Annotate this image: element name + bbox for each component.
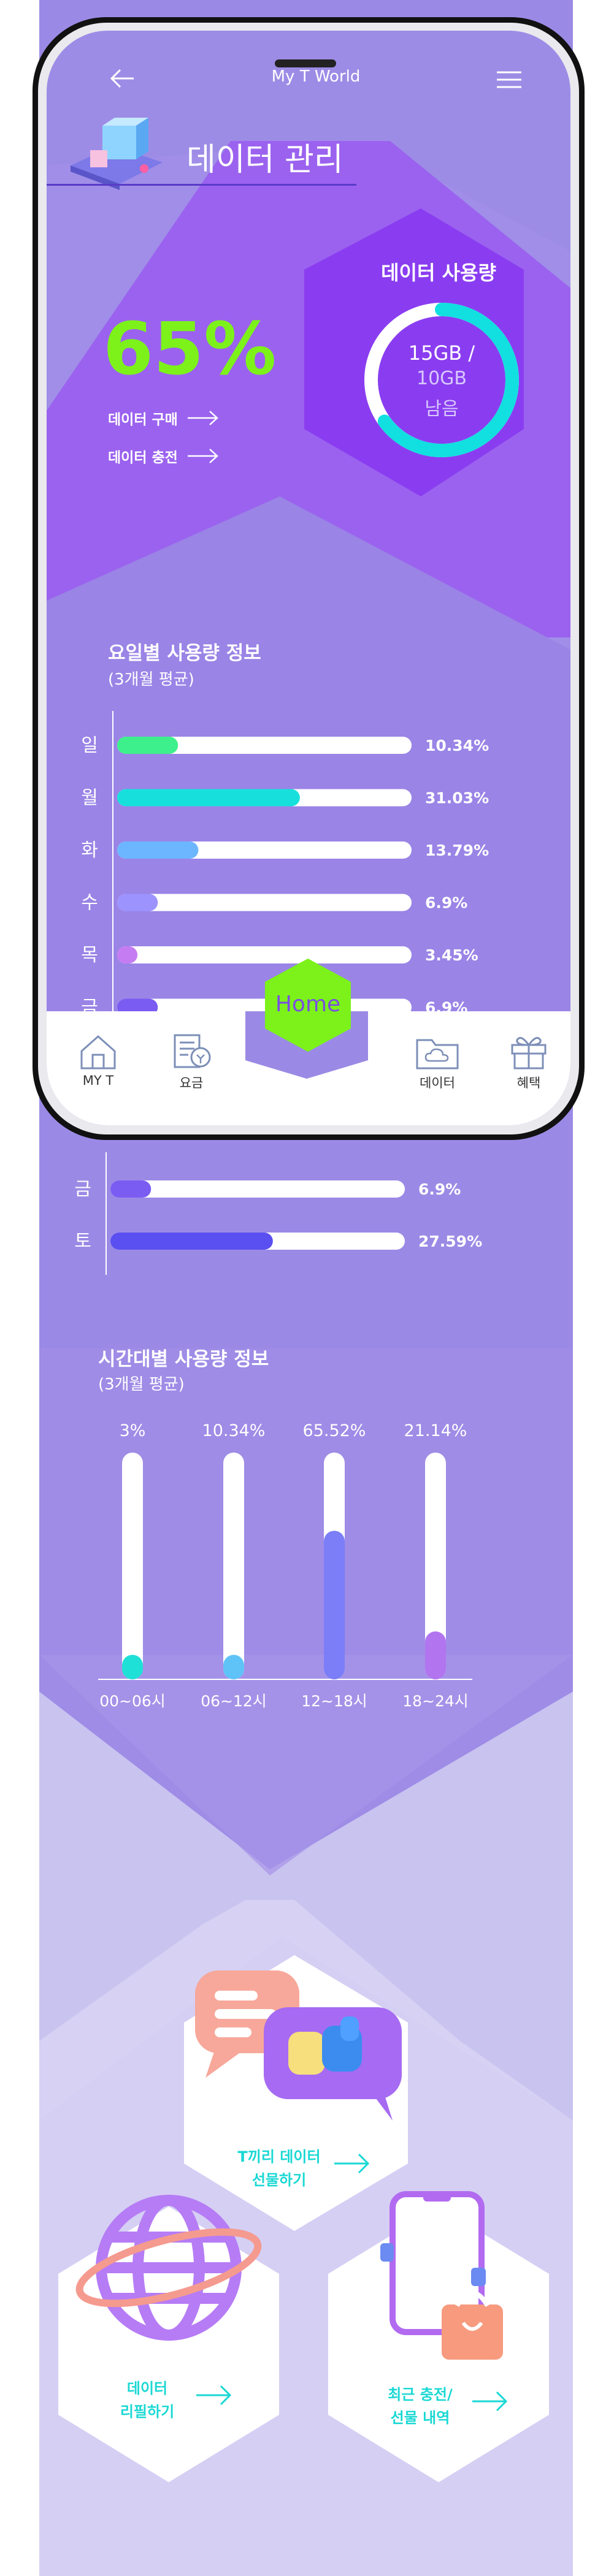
notch [275, 59, 336, 67]
day-label: 목 [81, 944, 98, 966]
usage-used: 15GB / [408, 341, 475, 365]
tab-data[interactable]: 데이터 [410, 1033, 465, 1092]
tab-my-t[interactable]: MY T [74, 1033, 123, 1088]
daily-subtitle: (3개월 평균) [108, 671, 194, 689]
cloud-folder-icon [416, 1039, 459, 1070]
gift-line2: 선물하기 [251, 2171, 307, 2189]
page-title: 데이터 관리 [186, 142, 343, 178]
day-label: 금 [81, 997, 98, 1012]
value-label: 3.45% [425, 946, 478, 964]
value-label: 6.9% [425, 999, 467, 1012]
app-title: My T World [271, 67, 361, 86]
home-icon [80, 1035, 116, 1070]
bar-fill [117, 946, 138, 963]
value-label: 10.34% [425, 737, 489, 754]
day-label: 화 [81, 840, 98, 861]
roaming-hexagon [58, 2206, 279, 2482]
gift-data-action[interactable]: T끼리 데이터 선물하기 [221, 2145, 337, 2192]
usage-remain: 남음 [424, 398, 459, 420]
buy-data-link[interactable]: 데이터 구매 [108, 405, 220, 431]
refill-line2: 리필하기 [120, 2403, 175, 2420]
gift-line1: T끼리 데이터 [237, 2148, 321, 2165]
value-label: 13.79% [425, 842, 489, 859]
tab-my-t-label: MY T [82, 1073, 114, 1088]
back-button[interactable] [108, 66, 137, 91]
bar-fill [117, 842, 199, 859]
bar-fill [117, 737, 178, 754]
data-cube-icon [71, 118, 163, 190]
day-label: 수 [81, 892, 98, 914]
right-arrow-icon [187, 449, 218, 463]
charge-data-label: 데이터 충전 [108, 450, 178, 466]
usage-percent: 65% [103, 306, 277, 391]
data-refill-action[interactable]: 데이터 리필하기 [104, 2377, 190, 2423]
bill-icon [174, 1034, 211, 1068]
menu-icon [497, 71, 521, 88]
daily-title: 요일별 사용량 정보 [108, 642, 261, 664]
history-line1: 최근 충전/ [388, 2386, 453, 2403]
menu-button[interactable] [494, 67, 524, 92]
right-arrow-icon [187, 411, 218, 425]
day-label: 월 [81, 788, 98, 809]
bar-fill [117, 998, 158, 1011]
bar-fill [117, 789, 300, 807]
refill-line1: 데이터 [126, 2380, 168, 2397]
back-arrow-icon [110, 69, 134, 88]
tab-benefit[interactable]: 혜택 [504, 1033, 553, 1092]
day-label: 일 [81, 735, 98, 756]
home-label: Home [275, 992, 341, 1017]
recent-history-action[interactable]: 최근 충전/ 선물 내역 [368, 2383, 472, 2430]
gift-icon [511, 1036, 547, 1070]
tab-bill[interactable]: 요금 [167, 1033, 216, 1092]
charge-data-link[interactable]: 데이터 충전 [108, 443, 220, 469]
buy-data-label: 데이터 구매 [108, 412, 178, 428]
tab-bill-label: 요금 [179, 1076, 204, 1090]
tab-benefit-label: 혜택 [516, 1076, 541, 1090]
bar-fill [117, 894, 158, 911]
value-label: 31.03% [425, 789, 489, 807]
title-underline [47, 184, 356, 186]
bar-track [117, 894, 412, 911]
tab-data-label: 데이터 [420, 1076, 455, 1090]
usage-panel-title: 데이터 사용량 [381, 261, 496, 284]
usage-total: 10GB [416, 368, 467, 389]
value-label: 6.9% [425, 894, 467, 912]
history-line2: 선물 내역 [390, 2409, 450, 2426]
